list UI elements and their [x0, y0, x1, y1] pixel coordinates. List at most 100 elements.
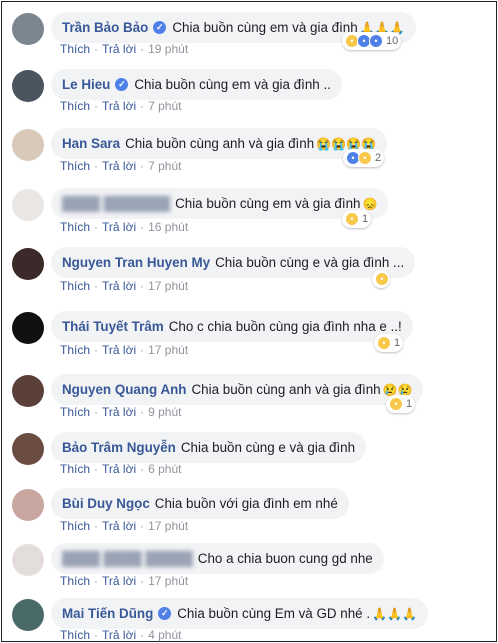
comment-author[interactable]: Nguyen Quang Anh	[62, 382, 186, 397]
comment-actions: Thích · Trả lời · 17 phút	[60, 279, 189, 293]
sad-icon: •	[377, 336, 391, 350]
avatar[interactable]	[12, 70, 44, 102]
comment-time[interactable]: 9 phút	[148, 405, 181, 419]
comment-author[interactable]: Trần Bảo Bảo	[62, 20, 148, 35]
comment-actions: Thích · Trả lời · 17 phút	[60, 343, 189, 357]
comment-text: Chia buồn cùng em và gia đình ..	[134, 77, 331, 92]
avatar[interactable]	[12, 312, 44, 344]
comment-bubble: Mai Tiến Dũng ✓ Chia buồn cùng Em và GD …	[51, 598, 428, 629]
reaction-summary[interactable]: • • • 10	[342, 32, 402, 50]
reaction-count: 1	[362, 213, 369, 225]
reply-link[interactable]: Trả lời	[102, 279, 136, 293]
like-link[interactable]: Thích	[60, 99, 90, 113]
reaction-summary[interactable]: • 1	[374, 334, 404, 352]
comment-text: Chia buồn cùng anh và gia đình	[191, 382, 381, 397]
comment-time[interactable]: 17 phút	[148, 343, 188, 357]
comment-actions: Thích · Trả lời · 4 phút	[60, 628, 182, 642]
avatar[interactable]	[12, 433, 44, 465]
reply-link[interactable]: Trả lời	[102, 628, 136, 642]
comment-author[interactable]: Mai Tiến Dũng	[62, 606, 153, 621]
like-link[interactable]: Thích	[60, 343, 90, 357]
comment-time[interactable]: 17 phút	[148, 574, 188, 588]
verified-badge-icon: ✓	[115, 78, 129, 91]
reply-link[interactable]: Trả lời	[102, 42, 136, 56]
comment-time[interactable]: 6 phút	[148, 462, 181, 476]
comment-author[interactable]: ████ ███████	[62, 196, 170, 211]
comment-text: Cho c chia buồn cùng gia đình nha e ..!	[168, 319, 402, 334]
comment-author[interactable]: Le Hieu	[62, 77, 110, 92]
comment-thread: Trần Bảo Bảo ✓ Chia buồn cùng em và gia …	[1, 1, 497, 642]
comment-emoji: 😞	[362, 196, 378, 211]
comment-author[interactable]: ████ ████ █████	[62, 551, 193, 566]
comment-actions: Thích · Trả lời · 7 phút	[60, 99, 182, 113]
comment-actions: Thích · Trả lời · 17 phút	[60, 574, 189, 588]
comment-text: Chia buồn với gia đình em nhé	[154, 496, 338, 511]
comment-bubble: ████ ████ █████ Cho a chia buon cung gd …	[51, 543, 384, 574]
like-link[interactable]: Thích	[60, 159, 90, 173]
comment-author[interactable]: Han Sara	[62, 136, 120, 151]
reaction-summary[interactable]: • 1	[342, 210, 372, 228]
sad-icon: •	[389, 397, 403, 411]
comment-author[interactable]: Thái Tuyết Trâm	[62, 319, 164, 334]
comment-time[interactable]: 17 phút	[148, 519, 188, 533]
comment-text: Chia buồn cùng em và gia đình	[175, 196, 361, 211]
comment-text: Chia buồn cùng anh và gia đình	[125, 136, 315, 151]
comment-emoji: 🙏🙏🙏	[372, 606, 417, 621]
comment-bubble: Nguyen Quang Anh Chia buồn cùng anh và g…	[51, 374, 424, 405]
comment-time[interactable]: 17 phút	[148, 279, 188, 293]
reply-link[interactable]: Trả lời	[102, 220, 136, 234]
comment-actions: Thích · Trả lời · 6 phút	[60, 462, 182, 476]
comment-bubble: Han Sara Chia buồn cùng anh và gia đình …	[51, 128, 387, 159]
avatar[interactable]	[12, 129, 44, 161]
comment-text: Chia buồn cùng Em và GD nhé .	[177, 606, 371, 621]
comment-text: Cho a chia buon cung gd nhe	[197, 551, 373, 566]
comment-author[interactable]: Bùi Duy Ngọc	[62, 496, 150, 511]
reply-link[interactable]: Trả lời	[102, 343, 136, 357]
comment-bubble: Thái Tuyết Trâm Cho c chia buồn cùng gia…	[51, 311, 413, 342]
comment-time[interactable]: 16 phút	[148, 220, 188, 234]
comment-bubble: Nguyen Tran Huyen My Chia buồn cùng e và…	[51, 247, 416, 278]
reply-link[interactable]: Trả lời	[102, 519, 136, 533]
reply-link[interactable]: Trả lời	[102, 159, 136, 173]
avatar[interactable]	[12, 189, 44, 221]
avatar[interactable]	[12, 489, 44, 521]
reply-link[interactable]: Trả lời	[102, 99, 136, 113]
like-link[interactable]: Thích	[60, 405, 90, 419]
comment-text: Chia buồn cùng em và gia đình	[172, 20, 358, 35]
like-link[interactable]: Thích	[60, 42, 90, 56]
reply-link[interactable]: Trả lời	[102, 574, 136, 588]
comment-actions: Thích · Trả lời · 17 phút	[60, 519, 189, 533]
avatar[interactable]	[12, 544, 44, 576]
like-link[interactable]: Thích	[60, 519, 90, 533]
like-link[interactable]: Thích	[60, 574, 90, 588]
avatar[interactable]	[12, 599, 44, 631]
comment-bubble: ████ ███████ Chia buồn cùng em và gia đì…	[51, 188, 389, 219]
reaction-summary[interactable]: • • 2	[343, 149, 385, 167]
comment-time[interactable]: 7 phút	[148, 99, 181, 113]
avatar[interactable]	[12, 248, 44, 280]
comment-bubble: Bùi Duy Ngọc Chia buồn với gia đình em n…	[51, 488, 349, 519]
comment-bubble: Le Hieu ✓ Chia buồn cùng em và gia đình …	[51, 69, 342, 100]
like-link[interactable]: Thích	[60, 220, 90, 234]
comment-time[interactable]: 7 phút	[148, 159, 181, 173]
comment-time[interactable]: 4 phút	[148, 628, 181, 642]
reaction-count: 2	[375, 152, 382, 164]
like-link[interactable]: Thích	[60, 462, 90, 476]
reply-link[interactable]: Trả lời	[102, 462, 136, 476]
reply-link[interactable]: Trả lời	[102, 405, 136, 419]
comment-text: Chia buồn cùng e và gia đình ...	[215, 255, 405, 270]
verified-badge-icon: ✓	[153, 21, 167, 34]
comment-author[interactable]: Bảo Trâm Nguyễn	[62, 440, 176, 455]
reaction-count: 10	[386, 35, 399, 47]
avatar[interactable]	[12, 13, 44, 45]
comment-bubble: Bảo Trâm Nguyễn Chia buồn cùng e và gia …	[51, 432, 367, 463]
avatar[interactable]	[12, 375, 44, 407]
reaction-summary[interactable]: • 1	[386, 395, 416, 413]
reaction-summary[interactable]: •	[372, 270, 390, 288]
sad-icon: •	[375, 272, 389, 286]
like-link[interactable]: Thích	[60, 279, 90, 293]
comment-time[interactable]: 19 phút	[148, 42, 188, 56]
like-link[interactable]: Thích	[60, 628, 90, 642]
comment-author[interactable]: Nguyen Tran Huyen My	[62, 255, 210, 270]
comment-actions: Thích · Trả lời · 16 phút	[60, 220, 189, 234]
